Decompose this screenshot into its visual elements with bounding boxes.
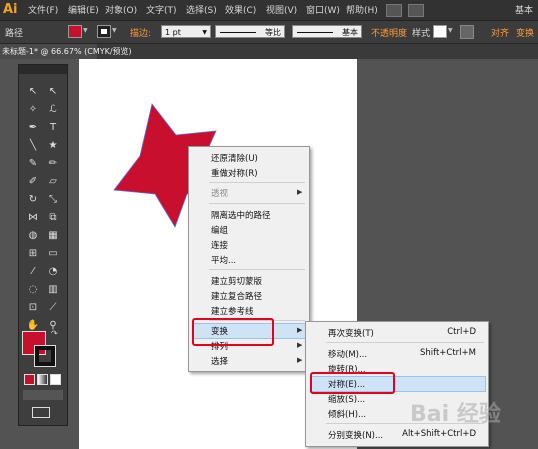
menu-separator	[209, 182, 305, 183]
menu-item-undo-clear[interactable]: 还原清除(U)	[211, 152, 258, 164]
menu-item-scale[interactable]: 缩放(S)...	[328, 393, 365, 405]
menu-item-redo-reflect[interactable]: 重做对称(R)	[211, 167, 258, 179]
shortcut-transform-each: Alt+Shift+Ctrl+D	[402, 429, 476, 439]
menu-item-group[interactable]: 编组	[211, 224, 228, 236]
menu-separator	[209, 269, 305, 270]
menu-separator	[209, 203, 305, 204]
menu-item-make-guides[interactable]: 建立参考线	[211, 305, 254, 317]
submenu-arrow-icon: ▶	[297, 188, 303, 196]
menu-item-average[interactable]: 平均...	[211, 254, 236, 266]
menu-item-shear[interactable]: 倾斜(H)...	[328, 408, 366, 420]
shortcut-move: Shift+Ctrl+M	[419, 348, 476, 358]
menu-item-make-compound-path[interactable]: 建立复合路径	[211, 290, 262, 302]
menu-separator	[326, 342, 484, 343]
menu-item-join[interactable]: 连接	[211, 239, 228, 251]
watermark: Bai 经验	[410, 402, 501, 427]
annotation-box-transform	[192, 318, 274, 346]
menu-item-make-clipping-mask[interactable]: 建立剪切蒙版	[211, 275, 262, 287]
submenu-arrow-icon: ▶	[297, 341, 303, 349]
menu-item-select[interactable]: 选择	[211, 355, 228, 367]
submenu-arrow-icon: ▶	[297, 356, 303, 364]
menu-item-perspective: 透视	[211, 189, 229, 199]
menu-item-move[interactable]: 移动(M)...	[328, 348, 367, 360]
shortcut-transform-again: Ctrl+D	[447, 327, 476, 337]
menu-item-isolate-path[interactable]: 隔离选中的路径	[211, 209, 271, 221]
submenu-arrow-icon: ▶	[297, 326, 303, 334]
menu-item-transform-each[interactable]: 分别变换(N)...	[328, 429, 383, 441]
annotation-box-reflect	[310, 372, 395, 394]
menu-item-transform-again[interactable]: 再次变换(T)	[328, 327, 374, 339]
